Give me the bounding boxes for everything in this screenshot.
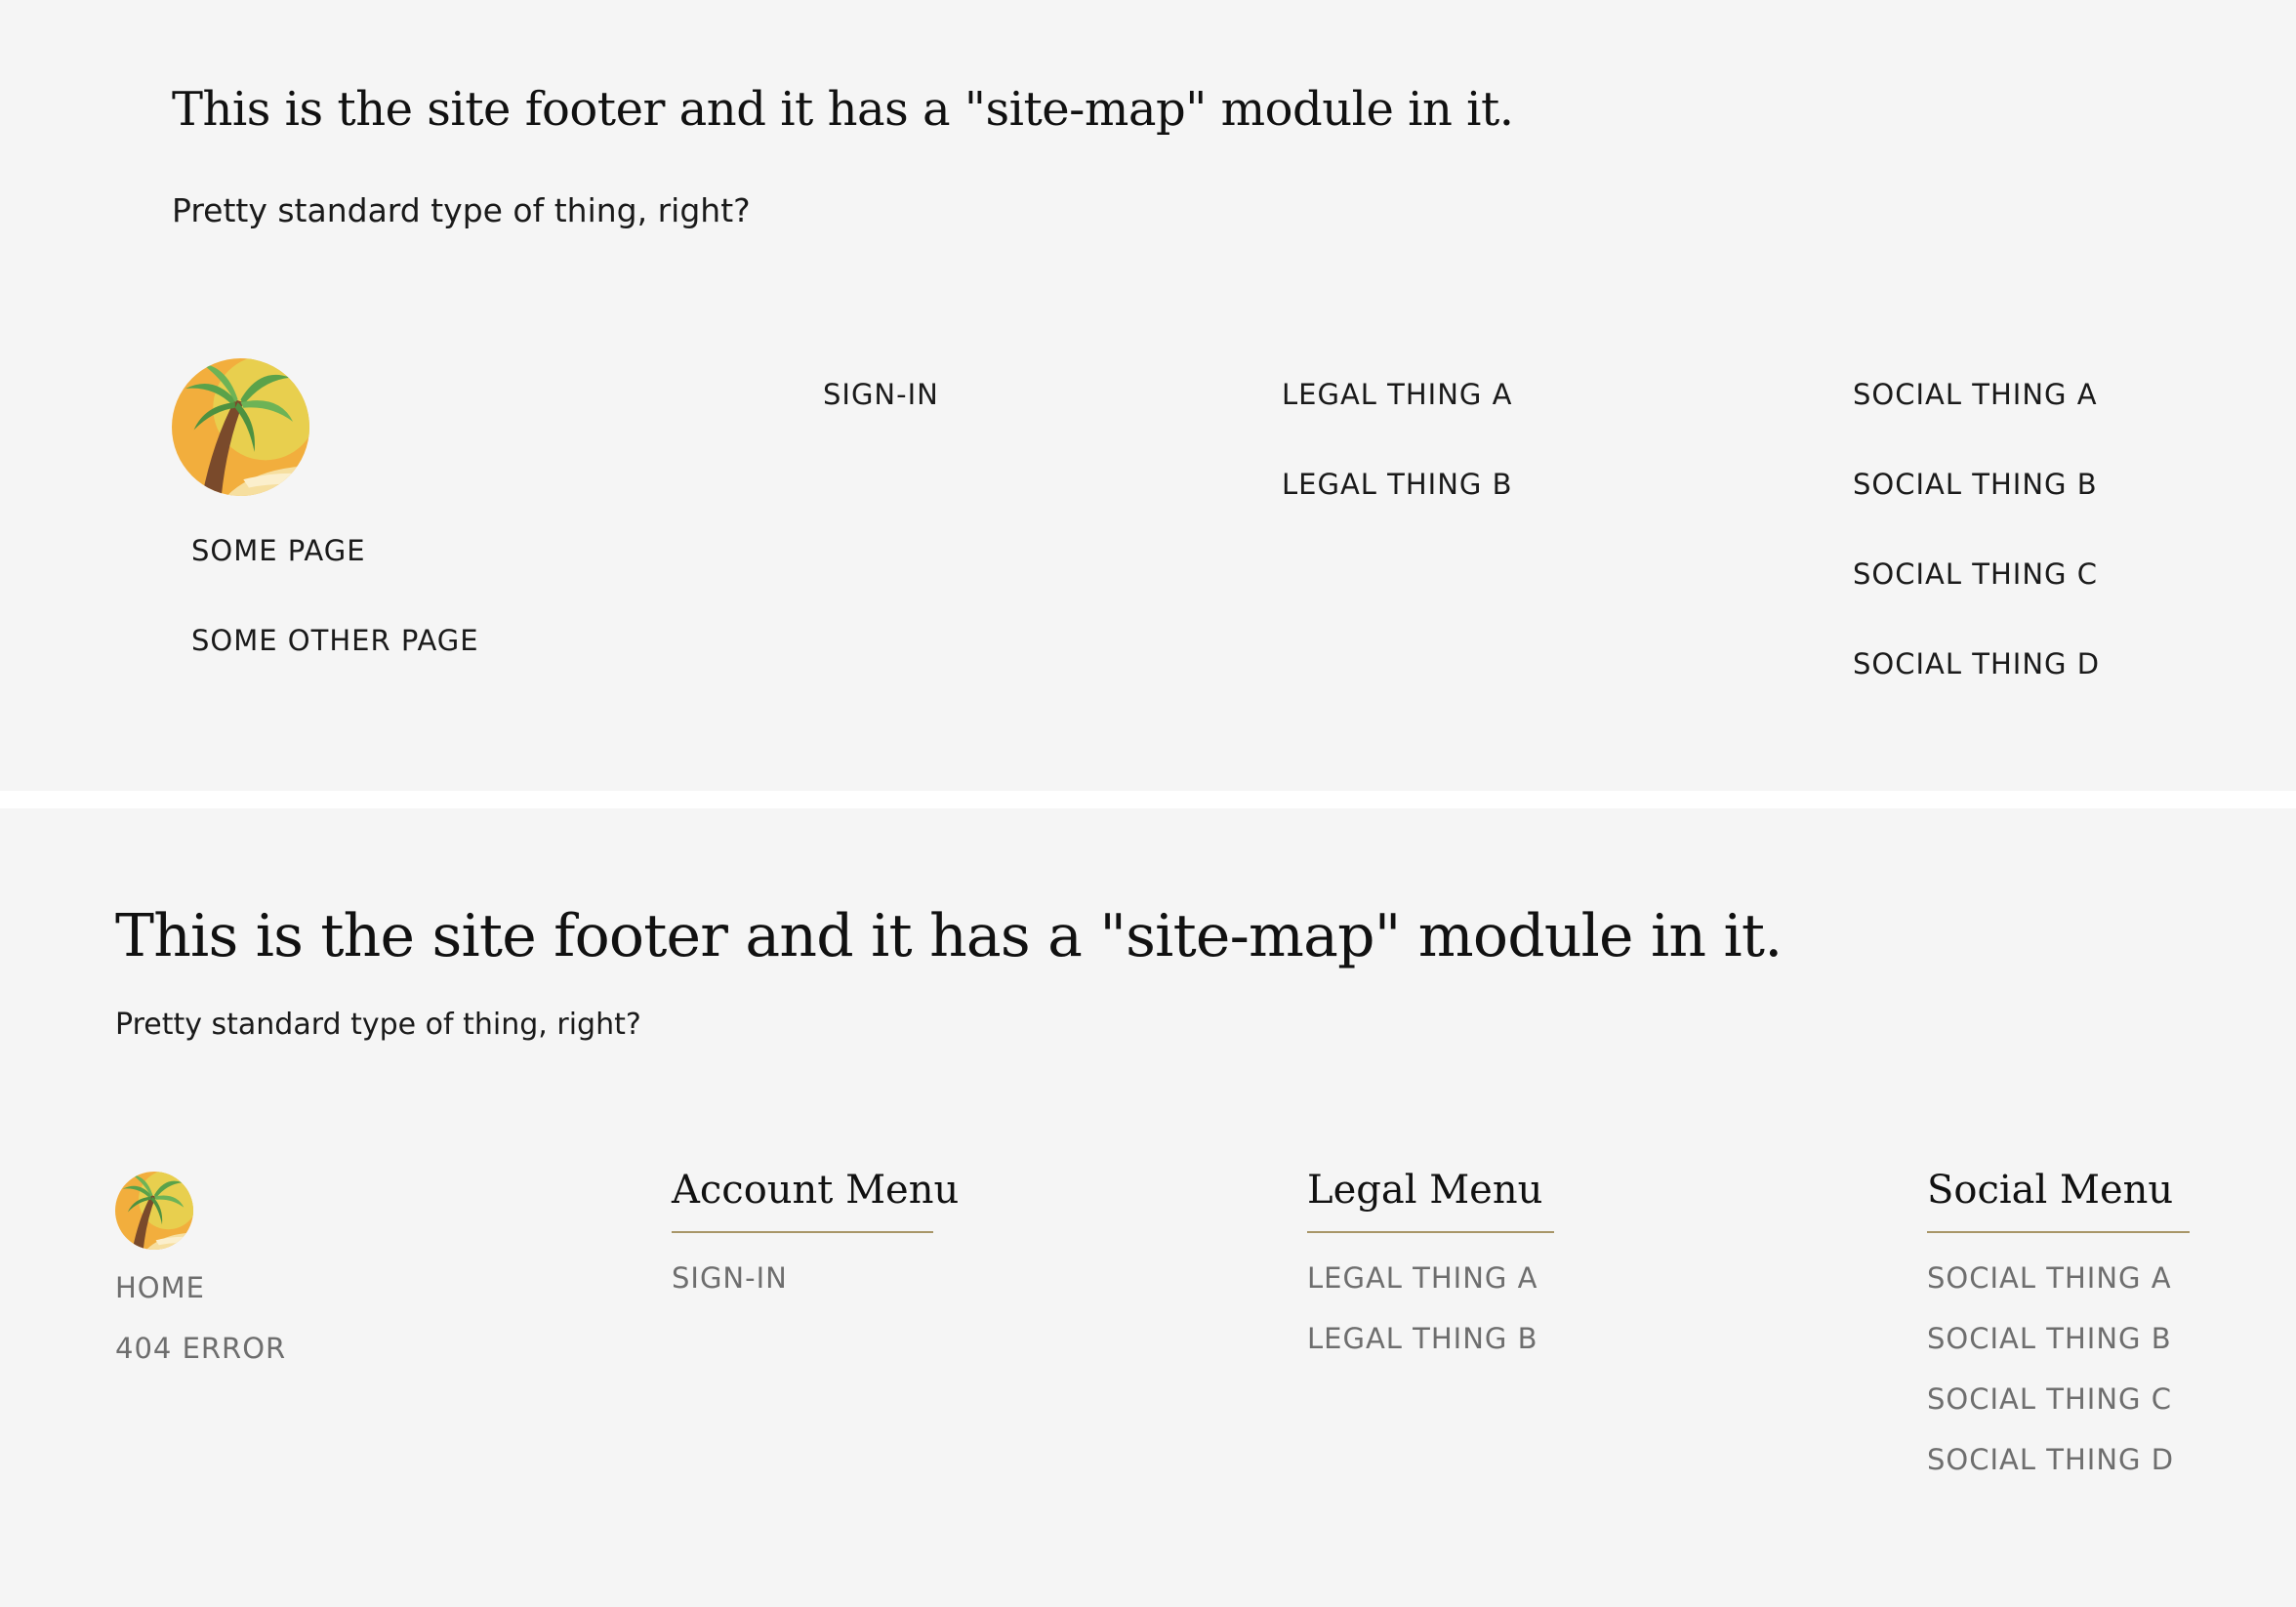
footer-link-legal-b[interactable]: LEGAL THING B	[1307, 1322, 1538, 1355]
legal-menu-title: Legal Menu	[1307, 1168, 1543, 1213]
footer-link-sign-in[interactable]: SIGN-IN	[672, 1261, 788, 1295]
footer-subheading: Pretty standard type of thing, right?	[115, 1008, 641, 1042]
footer-variant-styled: This is the site footer and it has a "si…	[0, 808, 2296, 1607]
footer-link-social-b[interactable]: SOCIAL THING B	[1927, 1322, 2172, 1355]
footer-heading: This is the site footer and it has a "si…	[172, 82, 1514, 137]
footer-link-social-d[interactable]: SOCIAL THING D	[1853, 647, 2100, 680]
palm-tree-logo-icon[interactable]	[115, 1172, 193, 1250]
account-menu-title: Account Menu	[672, 1168, 960, 1213]
footer-link-social-d[interactable]: SOCIAL THING D	[1927, 1443, 2174, 1476]
footer-link-some-page[interactable]: SOME PAGE	[191, 534, 366, 567]
footer-link-social-c[interactable]: SOCIAL THING C	[1853, 557, 2098, 591]
account-menu-divider	[672, 1231, 933, 1233]
footer-link-legal-a[interactable]: LEGAL THING A	[1307, 1261, 1538, 1295]
footer-link-legal-b[interactable]: LEGAL THING B	[1282, 468, 1513, 501]
palm-tree-logo-icon[interactable]	[172, 358, 309, 496]
footer-link-404-error[interactable]: 404 ERROR	[115, 1332, 286, 1365]
footer-variant-unstyled: This is the site footer and it has a "si…	[0, 0, 2296, 791]
footer-link-social-a[interactable]: SOCIAL THING A	[1927, 1261, 2172, 1295]
legal-menu-divider	[1307, 1231, 1554, 1233]
social-menu-divider	[1927, 1231, 2190, 1233]
footer-heading: This is the site footer and it has a "si…	[115, 902, 1783, 970]
footer-link-social-c[interactable]: SOCIAL THING C	[1927, 1382, 2172, 1416]
footer-link-home[interactable]: HOME	[115, 1271, 205, 1304]
footer-link-legal-a[interactable]: LEGAL THING A	[1282, 378, 1512, 411]
footer-link-some-other-page[interactable]: SOME OTHER PAGE	[191, 624, 479, 657]
social-menu-title: Social Menu	[1927, 1168, 2174, 1213]
footer-link-social-b[interactable]: SOCIAL THING B	[1853, 468, 2098, 501]
footer-link-social-a[interactable]: SOCIAL THING A	[1853, 378, 2098, 411]
footer-subheading: Pretty standard type of thing, right?	[172, 191, 751, 229]
footer-link-sign-in[interactable]: SIGN-IN	[823, 378, 939, 411]
